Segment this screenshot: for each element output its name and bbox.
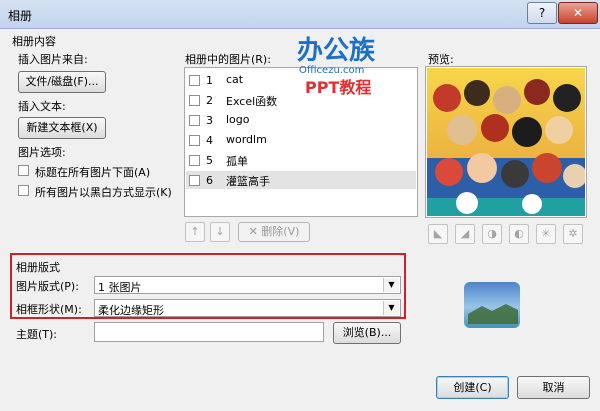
move-up-button[interactable]: ↑	[185, 222, 205, 242]
list-item-checkbox[interactable]	[189, 95, 200, 106]
list-item-checkbox[interactable]	[189, 135, 200, 146]
list-item-number: 5	[206, 154, 213, 167]
caption-below-checkbox[interactable]	[18, 165, 29, 176]
contrast-up-icon: ◑	[487, 227, 497, 240]
list-item[interactable]: 5 孤单	[186, 151, 416, 169]
list-item-number: 4	[206, 134, 213, 147]
list-item-checkbox[interactable]	[189, 155, 200, 166]
rotate-right-button[interactable]: ◢	[455, 224, 475, 244]
file-disk-button[interactable]: 文件/磁盘(F)...	[18, 71, 106, 93]
layout-section-heading: 相册版式	[16, 261, 60, 274]
brightness-up-button[interactable]: ✳	[536, 224, 556, 244]
list-item-selected[interactable]: 6 灌篮高手	[186, 171, 416, 189]
picture-layout-value: 1 张图片	[98, 281, 142, 294]
browse-button[interactable]: 浏览(B)...	[333, 322, 401, 344]
help-button[interactable]: ?	[527, 2, 557, 24]
pictures-list-label: 相册中的图片(R):	[185, 53, 271, 66]
contrast-down-icon: ◐	[514, 227, 524, 240]
insert-text-label: 插入文本:	[18, 100, 66, 113]
caption-below-label: 标题在所有图片下面(A)	[35, 166, 151, 179]
theme-input[interactable]	[94, 322, 324, 342]
create-button[interactable]: 创建(C)	[436, 376, 509, 399]
watermark-logo: 办公族 Officezu.com PPT教程	[295, 31, 415, 97]
list-item-name: wordlm	[226, 133, 267, 146]
content-section-heading: 相册内容	[12, 35, 56, 48]
arrow-down-icon: ↓	[215, 225, 225, 238]
theme-label: 主题(T):	[16, 328, 58, 341]
list-item-checkbox[interactable]	[189, 175, 200, 186]
window-title: 相册	[8, 9, 33, 23]
remove-x-icon: ✕	[248, 225, 262, 238]
chevron-down-icon[interactable]: ▼	[383, 278, 399, 292]
frame-shape-select[interactable]: 柔化边缘矩形 ▼	[94, 299, 401, 317]
move-down-button[interactable]: ↓	[210, 222, 230, 242]
list-item-name: cat	[226, 73, 244, 86]
contrast-down-button[interactable]: ◐	[509, 224, 529, 244]
brightness-down-button[interactable]: ✲	[563, 224, 583, 244]
list-item-number: 6	[206, 174, 213, 187]
brightness-down-icon: ✲	[568, 227, 578, 240]
cancel-button[interactable]: 取消	[517, 376, 590, 399]
insert-from-label: 插入图片来自:	[18, 53, 88, 66]
contrast-up-button[interactable]: ◑	[482, 224, 502, 244]
svg-text:PPT教程: PPT教程	[305, 78, 371, 95]
layout-thumbnail	[462, 280, 522, 330]
list-item-checkbox[interactable]	[189, 115, 200, 126]
list-item-name: 灌篮高手	[226, 175, 270, 188]
list-item-number: 2	[206, 94, 213, 107]
arrow-up-icon: ↑	[190, 225, 200, 238]
picture-layout-select[interactable]: 1 张图片 ▼	[94, 276, 401, 294]
preview-label: 预览:	[428, 53, 454, 66]
list-item-name: logo	[226, 113, 250, 126]
brightness-up-icon: ✳	[541, 227, 551, 240]
frame-shape-value: 柔化边缘矩形	[98, 304, 164, 317]
rotate-left-button[interactable]: ◣	[428, 224, 448, 244]
picture-layout-label: 图片版式(P):	[16, 280, 79, 293]
layout-thumbnail-image	[464, 282, 520, 328]
picture-options-label: 图片选项:	[18, 146, 66, 159]
svg-text:Officezu.com: Officezu.com	[299, 65, 364, 76]
rotate-left-icon: ◣	[433, 227, 443, 240]
remove-button[interactable]: ✕ 删除(V)	[238, 222, 310, 242]
black-white-checkbox[interactable]	[18, 185, 29, 196]
list-item-checkbox[interactable]	[189, 75, 200, 86]
chevron-down-icon[interactable]: ▼	[383, 301, 399, 315]
new-textbox-button[interactable]: 新建文本框(X)	[18, 117, 106, 139]
svg-text:办公族: 办公族	[297, 35, 376, 66]
frame-shape-label: 相框形状(M):	[16, 303, 82, 316]
list-item[interactable]: 3 logo	[186, 111, 416, 129]
remove-button-label: 删除(V)	[261, 225, 300, 238]
list-item-number: 3	[206, 114, 213, 127]
list-item-number: 1	[206, 74, 213, 87]
preview-image	[427, 68, 585, 216]
list-item-name: 孤单	[226, 155, 248, 168]
rotate-right-icon: ◢	[460, 227, 470, 240]
list-item-name: Excel函数	[226, 95, 278, 108]
title-bar: 相册 ? ✕	[0, 0, 600, 29]
black-white-label: 所有图片以黑白方式显示(K)	[35, 186, 172, 199]
watermark-logo-graphic: 办公族 Officezu.com PPT教程	[297, 35, 376, 97]
close-button[interactable]: ✕	[558, 2, 598, 24]
preview-pane	[425, 66, 587, 218]
list-item[interactable]: 4 wordlm	[186, 131, 416, 149]
